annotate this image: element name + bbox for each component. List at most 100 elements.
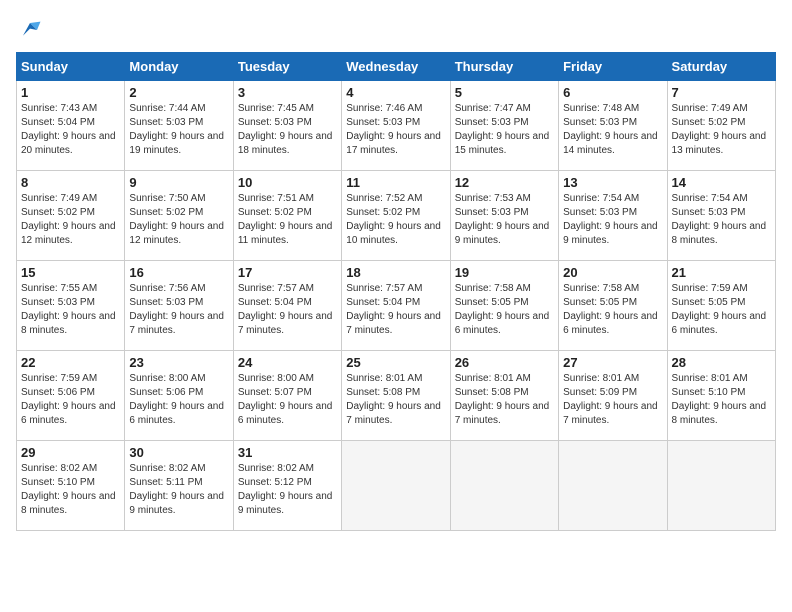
- day-info: Sunrise: 8:00 AM Sunset: 5:07 PM Dayligh…: [238, 372, 337, 428]
- day-number: 14: [672, 175, 771, 190]
- day-number: 2: [129, 85, 228, 100]
- calendar-cell: 23 Sunrise: 8:00 AM Sunset: 5:06 PM Dayl…: [125, 351, 233, 441]
- calendar-cell: 24 Sunrise: 8:00 AM Sunset: 5:07 PM Dayl…: [233, 351, 341, 441]
- day-number: 24: [238, 355, 337, 370]
- day-number: 16: [129, 265, 228, 280]
- day-info: Sunrise: 7:44 AM Sunset: 5:03 PM Dayligh…: [129, 102, 228, 158]
- day-info: Sunrise: 7:57 AM Sunset: 5:04 PM Dayligh…: [238, 282, 337, 338]
- weekday-header-row: SundayMondayTuesdayWednesdayThursdayFrid…: [17, 53, 776, 81]
- day-number: 26: [455, 355, 554, 370]
- day-number: 27: [563, 355, 662, 370]
- logo-icon: [16, 16, 44, 44]
- calendar-cell: 10 Sunrise: 7:51 AM Sunset: 5:02 PM Dayl…: [233, 171, 341, 261]
- calendar-cell: 8 Sunrise: 7:49 AM Sunset: 5:02 PM Dayli…: [17, 171, 125, 261]
- day-number: 17: [238, 265, 337, 280]
- calendar-cell: 13 Sunrise: 7:54 AM Sunset: 5:03 PM Dayl…: [559, 171, 667, 261]
- day-number: 5: [455, 85, 554, 100]
- calendar-cell: 2 Sunrise: 7:44 AM Sunset: 5:03 PM Dayli…: [125, 81, 233, 171]
- day-info: Sunrise: 7:46 AM Sunset: 5:03 PM Dayligh…: [346, 102, 445, 158]
- day-info: Sunrise: 8:02 AM Sunset: 5:12 PM Dayligh…: [238, 462, 337, 518]
- day-number: 6: [563, 85, 662, 100]
- weekday-header-wednesday: Wednesday: [342, 53, 450, 81]
- day-info: Sunrise: 8:01 AM Sunset: 5:09 PM Dayligh…: [563, 372, 662, 428]
- day-info: Sunrise: 7:45 AM Sunset: 5:03 PM Dayligh…: [238, 102, 337, 158]
- day-number: 30: [129, 445, 228, 460]
- day-info: Sunrise: 7:49 AM Sunset: 5:02 PM Dayligh…: [21, 192, 120, 248]
- day-number: 23: [129, 355, 228, 370]
- calendar-cell: 1 Sunrise: 7:43 AM Sunset: 5:04 PM Dayli…: [17, 81, 125, 171]
- day-info: Sunrise: 8:01 AM Sunset: 5:08 PM Dayligh…: [455, 372, 554, 428]
- day-info: Sunrise: 7:59 AM Sunset: 5:06 PM Dayligh…: [21, 372, 120, 428]
- day-number: 19: [455, 265, 554, 280]
- weekday-header-thursday: Thursday: [450, 53, 558, 81]
- day-info: Sunrise: 7:54 AM Sunset: 5:03 PM Dayligh…: [672, 192, 771, 248]
- calendar-week-2: 8 Sunrise: 7:49 AM Sunset: 5:02 PM Dayli…: [17, 171, 776, 261]
- calendar-cell: 12 Sunrise: 7:53 AM Sunset: 5:03 PM Dayl…: [450, 171, 558, 261]
- calendar-cell: 29 Sunrise: 8:02 AM Sunset: 5:10 PM Dayl…: [17, 441, 125, 531]
- calendar-cell: 22 Sunrise: 7:59 AM Sunset: 5:06 PM Dayl…: [17, 351, 125, 441]
- day-number: 21: [672, 265, 771, 280]
- day-info: Sunrise: 7:48 AM Sunset: 5:03 PM Dayligh…: [563, 102, 662, 158]
- calendar-cell: 11 Sunrise: 7:52 AM Sunset: 5:02 PM Dayl…: [342, 171, 450, 261]
- day-number: 18: [346, 265, 445, 280]
- calendar-cell: 16 Sunrise: 7:56 AM Sunset: 5:03 PM Dayl…: [125, 261, 233, 351]
- day-info: Sunrise: 7:49 AM Sunset: 5:02 PM Dayligh…: [672, 102, 771, 158]
- calendar-week-5: 29 Sunrise: 8:02 AM Sunset: 5:10 PM Dayl…: [17, 441, 776, 531]
- weekday-header-saturday: Saturday: [667, 53, 775, 81]
- logo: [16, 16, 48, 44]
- page-header: [16, 16, 776, 44]
- day-info: Sunrise: 8:01 AM Sunset: 5:10 PM Dayligh…: [672, 372, 771, 428]
- weekday-header-friday: Friday: [559, 53, 667, 81]
- weekday-header-sunday: Sunday: [17, 53, 125, 81]
- day-number: 8: [21, 175, 120, 190]
- calendar-cell: 17 Sunrise: 7:57 AM Sunset: 5:04 PM Dayl…: [233, 261, 341, 351]
- day-info: Sunrise: 8:02 AM Sunset: 5:11 PM Dayligh…: [129, 462, 228, 518]
- day-number: 25: [346, 355, 445, 370]
- calendar-cell: 21 Sunrise: 7:59 AM Sunset: 5:05 PM Dayl…: [667, 261, 775, 351]
- calendar-cell: 4 Sunrise: 7:46 AM Sunset: 5:03 PM Dayli…: [342, 81, 450, 171]
- weekday-header-monday: Monday: [125, 53, 233, 81]
- day-number: 22: [21, 355, 120, 370]
- day-number: 7: [672, 85, 771, 100]
- day-number: 4: [346, 85, 445, 100]
- calendar-cell: 19 Sunrise: 7:58 AM Sunset: 5:05 PM Dayl…: [450, 261, 558, 351]
- calendar-cell: 15 Sunrise: 7:55 AM Sunset: 5:03 PM Dayl…: [17, 261, 125, 351]
- day-info: Sunrise: 7:55 AM Sunset: 5:03 PM Dayligh…: [21, 282, 120, 338]
- day-info: Sunrise: 7:53 AM Sunset: 5:03 PM Dayligh…: [455, 192, 554, 248]
- day-number: 3: [238, 85, 337, 100]
- day-number: 15: [21, 265, 120, 280]
- calendar-cell: 3 Sunrise: 7:45 AM Sunset: 5:03 PM Dayli…: [233, 81, 341, 171]
- day-info: Sunrise: 7:50 AM Sunset: 5:02 PM Dayligh…: [129, 192, 228, 248]
- weekday-header-tuesday: Tuesday: [233, 53, 341, 81]
- day-info: Sunrise: 8:02 AM Sunset: 5:10 PM Dayligh…: [21, 462, 120, 518]
- calendar-cell: 18 Sunrise: 7:57 AM Sunset: 5:04 PM Dayl…: [342, 261, 450, 351]
- calendar-week-3: 15 Sunrise: 7:55 AM Sunset: 5:03 PM Dayl…: [17, 261, 776, 351]
- calendar-cell: 5 Sunrise: 7:47 AM Sunset: 5:03 PM Dayli…: [450, 81, 558, 171]
- calendar-cell: 6 Sunrise: 7:48 AM Sunset: 5:03 PM Dayli…: [559, 81, 667, 171]
- day-number: 12: [455, 175, 554, 190]
- day-number: 1: [21, 85, 120, 100]
- day-info: Sunrise: 8:01 AM Sunset: 5:08 PM Dayligh…: [346, 372, 445, 428]
- day-number: 31: [238, 445, 337, 460]
- calendar-cell: 25 Sunrise: 8:01 AM Sunset: 5:08 PM Dayl…: [342, 351, 450, 441]
- calendar-cell: [450, 441, 558, 531]
- calendar-week-1: 1 Sunrise: 7:43 AM Sunset: 5:04 PM Dayli…: [17, 81, 776, 171]
- calendar-cell: [559, 441, 667, 531]
- day-info: Sunrise: 7:58 AM Sunset: 5:05 PM Dayligh…: [455, 282, 554, 338]
- day-number: 28: [672, 355, 771, 370]
- calendar-cell: 27 Sunrise: 8:01 AM Sunset: 5:09 PM Dayl…: [559, 351, 667, 441]
- calendar-cell: 14 Sunrise: 7:54 AM Sunset: 5:03 PM Dayl…: [667, 171, 775, 261]
- day-info: Sunrise: 7:59 AM Sunset: 5:05 PM Dayligh…: [672, 282, 771, 338]
- day-info: Sunrise: 8:00 AM Sunset: 5:06 PM Dayligh…: [129, 372, 228, 428]
- day-number: 10: [238, 175, 337, 190]
- day-number: 9: [129, 175, 228, 190]
- calendar-cell: 26 Sunrise: 8:01 AM Sunset: 5:08 PM Dayl…: [450, 351, 558, 441]
- day-info: Sunrise: 7:43 AM Sunset: 5:04 PM Dayligh…: [21, 102, 120, 158]
- calendar-cell: 7 Sunrise: 7:49 AM Sunset: 5:02 PM Dayli…: [667, 81, 775, 171]
- calendar-cell: [667, 441, 775, 531]
- day-number: 11: [346, 175, 445, 190]
- calendar-table: SundayMondayTuesdayWednesdayThursdayFrid…: [16, 52, 776, 531]
- calendar-week-4: 22 Sunrise: 7:59 AM Sunset: 5:06 PM Dayl…: [17, 351, 776, 441]
- day-number: 29: [21, 445, 120, 460]
- calendar-cell: 9 Sunrise: 7:50 AM Sunset: 5:02 PM Dayli…: [125, 171, 233, 261]
